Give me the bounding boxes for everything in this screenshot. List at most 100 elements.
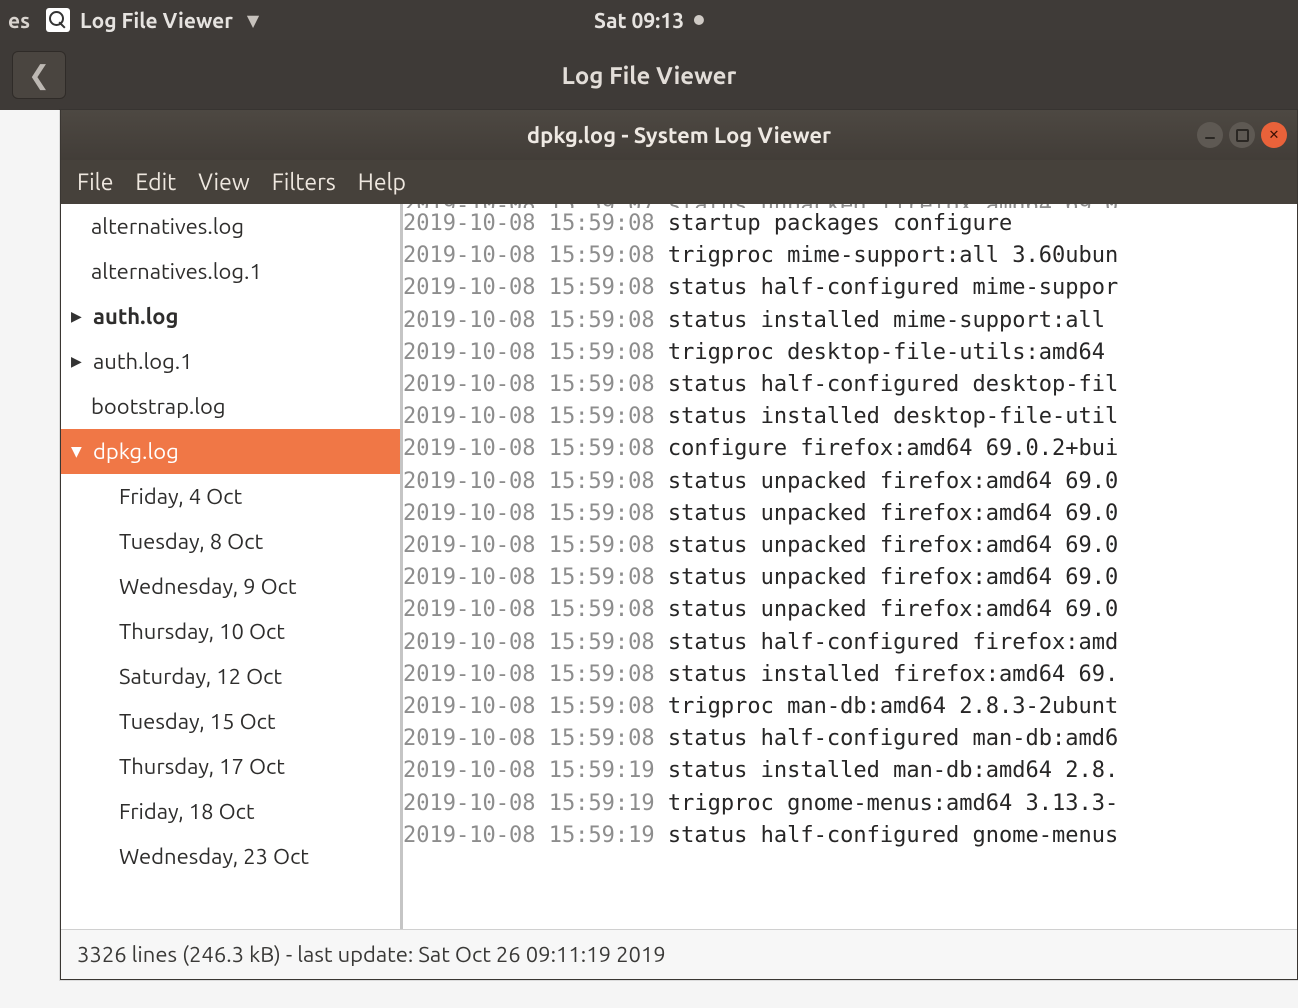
log-message: status installed desktop-file-util <box>668 401 1118 433</box>
log-message: status half-configured desktop-fil <box>668 369 1118 401</box>
gnome-top-panel: es Log File Viewer ▼ Sat 09:13 <box>0 0 1298 40</box>
sidebar-item-label: Thursday, 17 Oct <box>119 754 285 779</box>
log-timestamp: 2019-10-08 15:59:19 <box>403 755 668 787</box>
window-titlebar[interactable]: dpkg.log - System Log Viewer <box>61 110 1297 160</box>
sidebar-item-label: auth.log.1 <box>93 349 193 374</box>
sidebar-item-label: dpkg.log <box>93 439 179 464</box>
chevron-right-icon: ▶ <box>71 353 87 370</box>
menu-view[interactable]: View <box>198 170 249 195</box>
sidebar-item[interactable]: Tuesday, 8 Oct <box>61 519 400 564</box>
sidebar-item-label: Tuesday, 8 Oct <box>119 529 263 554</box>
log-message: trigproc mime-support:all 3.60ubun <box>668 240 1118 272</box>
sidebar-item-label: Tuesday, 15 Oct <box>119 709 276 734</box>
status-bar: 3326 lines (246.3 kB) - last update: Sat… <box>61 929 1297 979</box>
log-line[interactable]: 2019-10-08 15:59:08 status unpacked fire… <box>403 498 1297 530</box>
log-line[interactable]: 2019-10-08 15:59:08 status installed des… <box>403 401 1297 433</box>
chevron-down-icon: ▼ <box>71 443 87 460</box>
sidebar-item-label: alternatives.log.1 <box>91 259 262 284</box>
sidebar-item[interactable]: Friday, 18 Oct <box>61 789 400 834</box>
log-timestamp: 2019-10-08 15:59:08 <box>403 466 668 498</box>
log-line[interactable]: 2019-10-08 15:59:08 status half-configur… <box>403 723 1297 755</box>
log-message: status unpacked firefox:amd64 69.0 <box>668 530 1118 562</box>
sidebar-item[interactable]: ▶ auth.log.1 <box>61 339 400 384</box>
sidebar-item-label: Wednesday, 23 Oct <box>119 844 309 869</box>
sidebar-item[interactable]: Tuesday, 15 Oct <box>61 699 400 744</box>
log-timestamp: 2019-10-08 15:59:08 <box>403 305 668 337</box>
log-line[interactable]: 2019-10-08 15:59:08 configure firefox:am… <box>403 433 1297 465</box>
magnifier-icon <box>46 8 70 32</box>
log-line[interactable]: 2019-10-08 15:59:08 startup packages con… <box>403 208 1297 240</box>
maximize-button[interactable] <box>1229 122 1255 148</box>
menu-help[interactable]: Help <box>358 170 406 195</box>
log-list-sidebar[interactable]: alternatives.logalternatives.log.1▶auth.… <box>61 204 403 929</box>
log-timestamp: 2019-10-08 15:59:08 <box>403 562 668 594</box>
log-line[interactable]: 2019-10-08 15:59:08 trigproc mime-suppor… <box>403 240 1297 272</box>
chevron-down-icon: ▼ <box>247 11 259 30</box>
log-timestamp: 2019-10-08 15:59:08 <box>403 530 668 562</box>
log-line[interactable]: 2019-10-08 15:59:08 status half-configur… <box>403 627 1297 659</box>
log-line[interactable]: 2019-10-08 15:59:08 status installed mim… <box>403 305 1297 337</box>
close-button[interactable] <box>1261 122 1287 148</box>
log-timestamp: 2019-10-08 15:59:08 <box>403 401 668 433</box>
sidebar-item[interactable]: ▶auth.log <box>61 294 400 339</box>
log-message: status half-configured firefox:amd <box>668 627 1118 659</box>
log-line[interactable]: 2019-10-08 15:59:08 status unpacked fire… <box>403 466 1297 498</box>
log-timestamp: 2019-10-08 15:59:08 <box>403 723 668 755</box>
background-window: ❮ Log File Viewer dpkg.log - System Log … <box>0 40 1298 1008</box>
menu-edit[interactable]: Edit <box>135 170 176 195</box>
log-message: status half-configured man-db:amd6 <box>668 723 1118 755</box>
log-timestamp: 2019-10-08 15:59:19 <box>403 788 668 820</box>
log-message: status unpacked firefox:amd64 69.0 <box>668 594 1118 626</box>
menu-filters[interactable]: Filters <box>272 170 336 195</box>
log-line[interactable]: 2019-10-08 15:59:08 status unpacked fire… <box>403 530 1297 562</box>
top-panel-app-indicator[interactable]: Log File Viewer ▼ <box>46 8 259 32</box>
sidebar-item[interactable]: Saturday, 12 Oct <box>61 654 400 699</box>
sidebar-item[interactable]: Wednesday, 9 Oct <box>61 564 400 609</box>
log-timestamp: 2019-10-08 15:59:08 <box>403 208 668 240</box>
sidebar-item[interactable]: Thursday, 10 Oct <box>61 609 400 654</box>
back-button[interactable]: ❮ <box>12 51 66 99</box>
sidebar-item[interactable]: alternatives.log <box>61 204 400 249</box>
log-line[interactable]: 2019-10-08 15:59:08 status half-configur… <box>403 369 1297 401</box>
log-timestamp: 2019-10-08 15:59:08 <box>403 433 668 465</box>
window-body: alternatives.logalternatives.log.1▶auth.… <box>61 204 1297 929</box>
sidebar-item[interactable]: Friday, 4 Oct <box>61 474 400 519</box>
log-line[interactable]: 2019-10-08 15:59:08 trigproc desktop-fil… <box>403 337 1297 369</box>
log-line[interactable]: 2019-10-08 15:59:19 trigproc gnome-menus… <box>403 788 1297 820</box>
sidebar-item[interactable]: bootstrap.log <box>61 384 400 429</box>
window-controls <box>1197 122 1287 148</box>
minimize-button[interactable] <box>1197 122 1223 148</box>
log-line[interactable]: 2019-10-08 15:59:08 status unpacked fire… <box>403 562 1297 594</box>
sidebar-item[interactable]: Wednesday, 23 Oct <box>61 834 400 879</box>
log-message: status unpacked firefox:amd64 69.0 <box>668 466 1118 498</box>
menubar: File Edit View Filters Help <box>61 160 1297 204</box>
log-timestamp: 2019-10-08 15:59:08 <box>403 498 668 530</box>
log-timestamp: 2019-10-08 15:59:08 <box>403 691 668 723</box>
log-line[interactable]: 2019-10-08 15:59:08 status unpacked fire… <box>403 594 1297 626</box>
top-panel-clock[interactable]: Sat 09:13 <box>594 8 704 32</box>
window-title: dpkg.log - System Log Viewer <box>527 123 831 148</box>
log-timestamp: 2019-10-08 15:59:08 <box>403 627 668 659</box>
sidebar-item[interactable]: Thursday, 17 Oct <box>61 744 400 789</box>
log-message: startup packages configure <box>668 208 1012 240</box>
system-log-viewer-window: dpkg.log - System Log Viewer File Edit V… <box>60 110 1298 980</box>
log-message: status half-configured gnome-menus <box>668 820 1118 852</box>
log-timestamp: 2019-10-08 15:59:08 <box>403 240 668 272</box>
log-line[interactable]: 2019-10-08 15:59:08 trigproc man-db:amd6… <box>403 691 1297 723</box>
menu-file[interactable]: File <box>77 170 113 195</box>
log-message: status unpacked firefox:amd64 69.0 <box>668 562 1118 594</box>
log-timestamp: 2019-10-08 15:59:08 <box>403 659 668 691</box>
log-message: status installed firefox:amd64 69. <box>668 659 1118 691</box>
sidebar-item[interactable]: ▼ dpkg.log <box>61 429 400 474</box>
log-timestamp: 2019-10-08 15:59:08 <box>403 272 668 304</box>
log-message: configure firefox:amd64 69.0.2+bui <box>668 433 1118 465</box>
log-line[interactable]: 2019-10-08 15:59:08 status installed fir… <box>403 659 1297 691</box>
log-line[interactable]: 2019-10-08 15:59:19 status installed man… <box>403 755 1297 787</box>
sidebar-item-label: bootstrap.log <box>91 394 226 419</box>
log-content-pane[interactable]: 2019-10-08 15:59:07 status unpacked fire… <box>403 204 1297 929</box>
sidebar-item[interactable]: alternatives.log.1 <box>61 249 400 294</box>
log-message: trigproc man-db:amd64 2.8.3-2ubunt <box>668 691 1118 723</box>
log-line[interactable]: 2019-10-08 15:59:08 status half-configur… <box>403 272 1297 304</box>
log-timestamp: 2019-10-08 15:59:08 <box>403 369 668 401</box>
log-line[interactable]: 2019-10-08 15:59:19 status half-configur… <box>403 820 1297 852</box>
